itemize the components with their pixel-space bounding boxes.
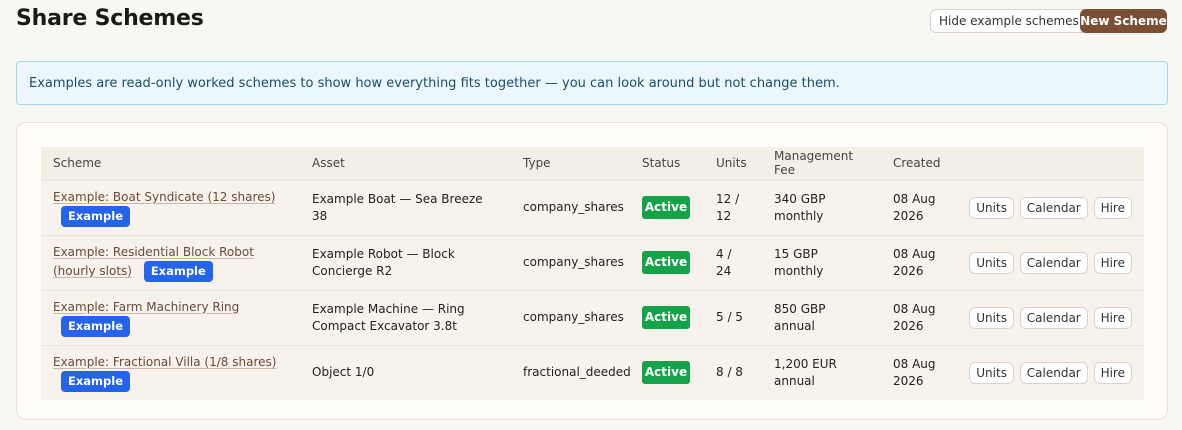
table-row: Example: Fractional Villa (1/8 shares) E… [41, 344, 1144, 400]
col-header-created: Created [881, 147, 955, 180]
table-row: Example: Residential Block Robot (hourly… [41, 234, 1144, 290]
units-button[interactable]: Units [969, 361, 1014, 384]
actions-cell: Units Calendar Hire [955, 179, 1144, 235]
type-cell: company_shares [511, 289, 630, 345]
calendar-button[interactable]: Calendar [1019, 196, 1088, 219]
actions-cell: Units Calendar Hire [955, 289, 1144, 345]
status-badge: Active [642, 251, 690, 274]
type-cell: company_shares [511, 234, 630, 290]
example-badge: Example [61, 370, 130, 392]
actions-cell: Units Calendar Hire [955, 344, 1144, 400]
hire-button[interactable]: Hire [1093, 306, 1132, 329]
col-header-asset: Asset [300, 147, 511, 180]
scheme-cell: Example: Residential Block Robot (hourly… [41, 234, 300, 290]
status-cell: Active [630, 344, 704, 400]
fee-cell: 15 GBP monthly [762, 234, 881, 290]
asset-cell: Example Boat — Sea Breeze 38 [300, 179, 511, 235]
col-header-actions [955, 147, 1144, 180]
units-cell: 4 / 24 [704, 234, 762, 290]
fee-cell: 1,200 EUR annual [762, 344, 881, 400]
calendar-button[interactable]: Calendar [1019, 251, 1088, 274]
asset-cell: Example Robot — Block Concierge R2 [300, 234, 511, 290]
table-row: Example: Farm Machinery Ring Example Exa… [41, 289, 1144, 345]
status-cell: Active [630, 179, 704, 235]
table-row: Example: Boat Syndicate (12 shares) Exam… [41, 179, 1144, 235]
fee-cell: 850 GBP annual [762, 289, 881, 345]
type-cell: fractional_deeded [511, 344, 631, 400]
actions-cell: Units Calendar Hire [955, 234, 1144, 290]
col-header-scheme: Scheme [41, 147, 300, 180]
scheme-cell: Example: Farm Machinery Ring Example [41, 289, 300, 345]
example-badge: Example [61, 315, 130, 337]
scheme-link[interactable]: Example: Boat Syndicate (12 shares) [53, 190, 275, 204]
hire-button[interactable]: Hire [1093, 251, 1132, 274]
created-cell: 08 Aug 2026 [881, 179, 955, 235]
calendar-button[interactable]: Calendar [1019, 306, 1088, 329]
units-cell: 12 / 12 [704, 179, 762, 235]
hire-button[interactable]: Hire [1093, 196, 1132, 219]
units-button[interactable]: Units [969, 251, 1014, 274]
info-banner: Examples are read-only worked schemes to… [16, 61, 1168, 105]
example-badge: Example [61, 205, 130, 227]
created-cell: 08 Aug 2026 [881, 289, 955, 345]
scheme-cell: Example: Fractional Villa (1/8 shares) E… [41, 344, 300, 400]
asset-cell: Example Machine — Ring Compact Excavator… [300, 289, 511, 345]
created-cell: 08 Aug 2026 [881, 344, 955, 400]
calendar-button[interactable]: Calendar [1019, 361, 1088, 384]
col-header-management-fee: Management Fee [762, 147, 881, 180]
hire-button[interactable]: Hire [1093, 361, 1132, 384]
status-badge: Active [642, 361, 690, 385]
page-title: Share Schemes [16, 6, 204, 31]
units-button[interactable]: Units [969, 306, 1014, 329]
schemes-table: Scheme Asset Type Status Units Managemen… [41, 147, 1144, 400]
scheme-cell: Example: Boat Syndicate (12 shares) Exam… [41, 179, 300, 235]
status-badge: Active [642, 306, 690, 329]
status-cell: Active [630, 289, 704, 345]
fee-cell: 340 GBP monthly [762, 179, 881, 235]
status-badge: Active [642, 196, 690, 219]
units-button[interactable]: Units [969, 196, 1014, 219]
col-header-units: Units [704, 147, 762, 180]
scheme-link[interactable]: Example: Fractional Villa (1/8 shares) [53, 355, 276, 369]
new-scheme-button[interactable]: New Scheme [1080, 9, 1167, 33]
units-cell: 8 / 8 [704, 344, 762, 400]
table-header-row: Scheme Asset Type Status Units Managemen… [41, 147, 1144, 180]
scheme-link[interactable]: Example: Farm Machinery Ring [53, 300, 239, 314]
example-badge: Example [143, 260, 213, 282]
schemes-card: Scheme Asset Type Status Units Managemen… [16, 122, 1168, 420]
col-header-status: Status [630, 147, 704, 180]
hide-example-schemes-button[interactable]: Hide example schemes [930, 9, 1088, 33]
col-header-type: Type [511, 147, 630, 180]
status-cell: Active [630, 234, 704, 290]
type-cell: company_shares [511, 179, 630, 235]
asset-cell: Object 1/0 [300, 344, 511, 400]
created-cell: 08 Aug 2026 [881, 234, 955, 290]
units-cell: 5 / 5 [704, 289, 762, 345]
